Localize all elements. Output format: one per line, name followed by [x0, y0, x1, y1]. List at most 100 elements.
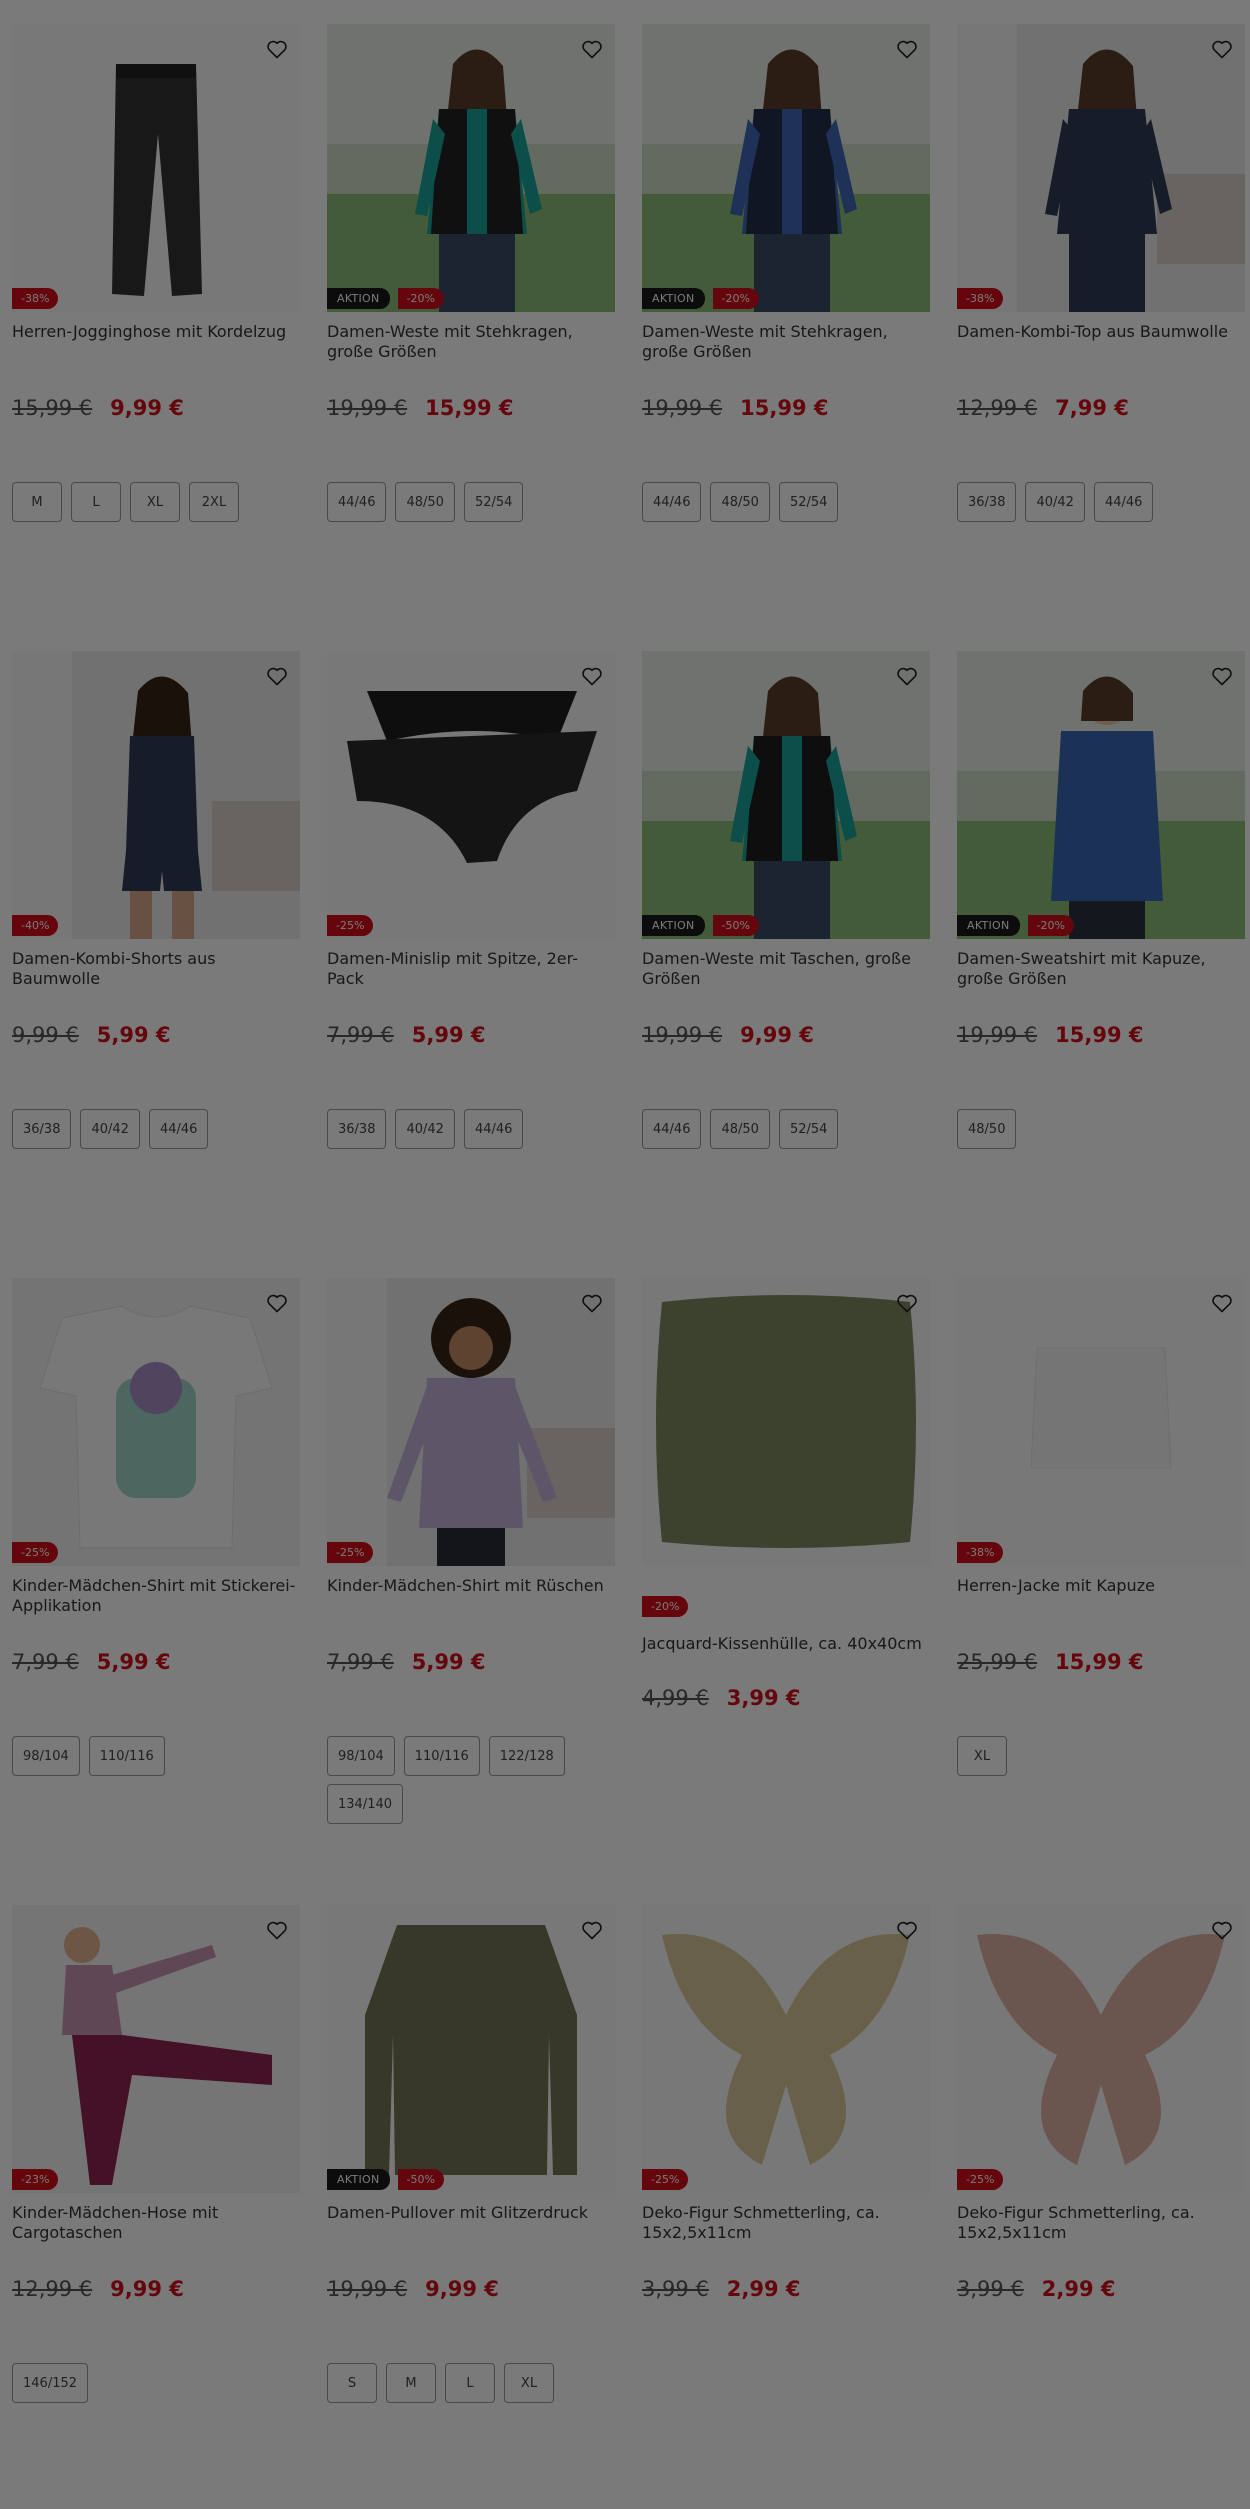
- wishlist-heart-icon[interactable]: [1207, 34, 1237, 64]
- size-option[interactable]: S: [327, 2363, 377, 2403]
- product-title[interactable]: Deko-Figur Schmetterling, ca. 15x2,5x11c…: [957, 2203, 1242, 2243]
- size-option[interactable]: XL: [957, 1736, 1007, 1776]
- size-option[interactable]: 52/54: [778, 1109, 839, 1149]
- wishlist-heart-icon[interactable]: [262, 1288, 292, 1318]
- product-image[interactable]: [327, 1905, 615, 2193]
- product-image[interactable]: [12, 1905, 300, 2193]
- size-option[interactable]: XL: [130, 482, 180, 522]
- product-image[interactable]: [12, 1278, 300, 1566]
- size-option[interactable]: 44/46: [327, 482, 387, 522]
- product-image[interactable]: [642, 24, 930, 312]
- size-option[interactable]: 134/140: [327, 1784, 404, 1824]
- size-option[interactable]: L: [445, 2363, 495, 2403]
- size-option[interactable]: 122/128: [488, 1736, 565, 1776]
- size-option[interactable]: 36/38: [12, 1109, 72, 1149]
- size-option[interactable]: 48/50: [395, 482, 455, 522]
- product-card[interactable]: -25% Deko-Figur Schmetterling, ca. 15x2,…: [630, 1881, 934, 2508]
- product-title[interactable]: Herren-Jacke mit Kapuze: [957, 1576, 1242, 1596]
- product-title[interactable]: Herren-Jogginghose mit Kordelzug: [12, 322, 297, 342]
- product-image[interactable]: [12, 651, 300, 939]
- size-option[interactable]: 40/42: [395, 1109, 455, 1149]
- wishlist-heart-icon[interactable]: [1207, 1288, 1237, 1318]
- product-card[interactable]: -25% Damen-Minislip mit Spitze, 2er-Pack…: [315, 627, 619, 1254]
- size-option[interactable]: 44/46: [148, 1109, 209, 1149]
- size-option[interactable]: 52/54: [778, 482, 839, 522]
- product-card[interactable]: AKTION -50% Damen-Pullover mit Glitzerdr…: [315, 1881, 619, 2508]
- size-option[interactable]: 110/116: [403, 1736, 480, 1776]
- product-card[interactable]: AKTION -20% Damen-Weste mit Stehkragen, …: [315, 0, 619, 627]
- product-title[interactable]: Jacquard-Kissenhülle, ca. 40x40cm: [642, 1634, 927, 1654]
- size-option[interactable]: M: [386, 2363, 436, 2403]
- wishlist-heart-icon[interactable]: [1207, 1915, 1237, 1945]
- sale-price: 2,99 €: [1041, 2277, 1116, 2301]
- size-option[interactable]: L: [71, 482, 121, 522]
- product-card[interactable]: AKTION -50% Damen-Weste mit Taschen, gro…: [630, 627, 934, 1254]
- wishlist-heart-icon[interactable]: [577, 34, 607, 64]
- product-image[interactable]: [327, 651, 615, 939]
- wishlist-heart-icon[interactable]: [262, 661, 292, 691]
- product-card[interactable]: -23% Kinder-Mädchen-Hose mit Cargotasche…: [0, 1881, 304, 2508]
- size-option[interactable]: 40/42: [1025, 482, 1085, 522]
- wishlist-heart-icon[interactable]: [262, 1915, 292, 1945]
- wishlist-heart-icon[interactable]: [1207, 661, 1237, 691]
- size-option[interactable]: 44/46: [642, 1109, 702, 1149]
- size-option[interactable]: 98/104: [12, 1736, 80, 1776]
- size-option[interactable]: 44/46: [642, 482, 702, 522]
- product-title[interactable]: Kinder-Mädchen-Shirt mit Rüschen: [327, 1576, 612, 1596]
- product-title[interactable]: Damen-Pullover mit Glitzerdruck: [327, 2203, 612, 2223]
- product-title[interactable]: Damen-Minislip mit Spitze, 2er-Pack: [327, 949, 612, 989]
- wishlist-heart-icon[interactable]: [892, 34, 922, 64]
- product-image[interactable]: [957, 651, 1245, 939]
- product-card[interactable]: AKTION -20% Damen-Weste mit Stehkragen, …: [630, 0, 934, 627]
- size-option[interactable]: 48/50: [710, 1109, 770, 1149]
- size-option[interactable]: 48/50: [710, 482, 770, 522]
- size-option[interactable]: 2XL: [189, 482, 239, 522]
- wishlist-heart-icon[interactable]: [892, 1915, 922, 1945]
- product-image[interactable]: [957, 1905, 1245, 2193]
- product-card[interactable]: AKTION -20% Damen-Sweatshirt mit Kapuze,…: [945, 627, 1249, 1254]
- product-image[interactable]: [957, 24, 1245, 312]
- size-option[interactable]: M: [12, 482, 62, 522]
- product-image[interactable]: [327, 24, 615, 312]
- size-option[interactable]: 98/104: [327, 1736, 395, 1776]
- product-card[interactable]: -25% Kinder-Mädchen-Shirt mit Stickerei-…: [0, 1254, 304, 1881]
- product-card[interactable]: -25% Deko-Figur Schmetterling, ca. 15x2,…: [945, 1881, 1249, 2508]
- product-image[interactable]: [12, 24, 300, 312]
- wishlist-heart-icon[interactable]: [577, 661, 607, 691]
- wishlist-heart-icon[interactable]: [577, 1915, 607, 1945]
- wishlist-heart-icon[interactable]: [262, 34, 292, 64]
- product-card[interactable]: -38% Herren-Jacke mit Kapuze 25,99 € 15,…: [945, 1254, 1249, 1881]
- size-option[interactable]: 110/116: [88, 1736, 165, 1776]
- size-option[interactable]: 44/46: [463, 1109, 524, 1149]
- size-option[interactable]: 36/38: [957, 482, 1017, 522]
- product-title[interactable]: Damen-Kombi-Shorts aus Baumwolle: [12, 949, 297, 989]
- product-title[interactable]: Damen-Sweatshirt mit Kapuze, große Größe…: [957, 949, 1242, 989]
- product-title[interactable]: Deko-Figur Schmetterling, ca. 15x2,5x11c…: [642, 2203, 927, 2243]
- product-image[interactable]: [642, 1905, 930, 2193]
- product-card[interactable]: -25% Kinder-Mädchen-Shirt mit Rüschen 7,…: [315, 1254, 619, 1881]
- product-title[interactable]: Damen-Kombi-Top aus Baumwolle: [957, 322, 1242, 342]
- wishlist-heart-icon[interactable]: [892, 1288, 922, 1318]
- product-card[interactable]: -20% Jacquard-Kissenhülle, ca. 40x40cm 4…: [630, 1254, 934, 1881]
- size-option[interactable]: 48/50: [957, 1109, 1017, 1149]
- product-image[interactable]: [642, 1278, 930, 1566]
- size-option[interactable]: 36/38: [327, 1109, 387, 1149]
- product-image[interactable]: [327, 1278, 615, 1566]
- size-option[interactable]: 44/46: [1093, 482, 1154, 522]
- size-option[interactable]: 52/54: [463, 482, 524, 522]
- size-option[interactable]: 146/152: [12, 2363, 89, 2403]
- product-title[interactable]: Damen-Weste mit Taschen, große Größen: [642, 949, 927, 989]
- product-card[interactable]: -40% Damen-Kombi-Shorts aus Baumwolle 9,…: [0, 627, 304, 1254]
- product-title[interactable]: Damen-Weste mit Stehkragen, große Größen: [327, 322, 612, 362]
- size-option[interactable]: 40/42: [80, 1109, 140, 1149]
- product-image[interactable]: [957, 1278, 1245, 1566]
- product-card[interactable]: -38% Herren-Jogginghose mit Kordelzug 15…: [0, 0, 304, 627]
- wishlist-heart-icon[interactable]: [892, 661, 922, 691]
- product-title[interactable]: Kinder-Mädchen-Shirt mit Stickerei-Appli…: [12, 1576, 297, 1616]
- product-title[interactable]: Damen-Weste mit Stehkragen, große Größen: [642, 322, 927, 362]
- product-title[interactable]: Kinder-Mädchen-Hose mit Cargotaschen: [12, 2203, 297, 2243]
- wishlist-heart-icon[interactable]: [577, 1288, 607, 1318]
- product-image[interactable]: [642, 651, 930, 939]
- product-card[interactable]: -38% Damen-Kombi-Top aus Baumwolle 12,99…: [945, 0, 1249, 627]
- size-option[interactable]: XL: [504, 2363, 554, 2403]
